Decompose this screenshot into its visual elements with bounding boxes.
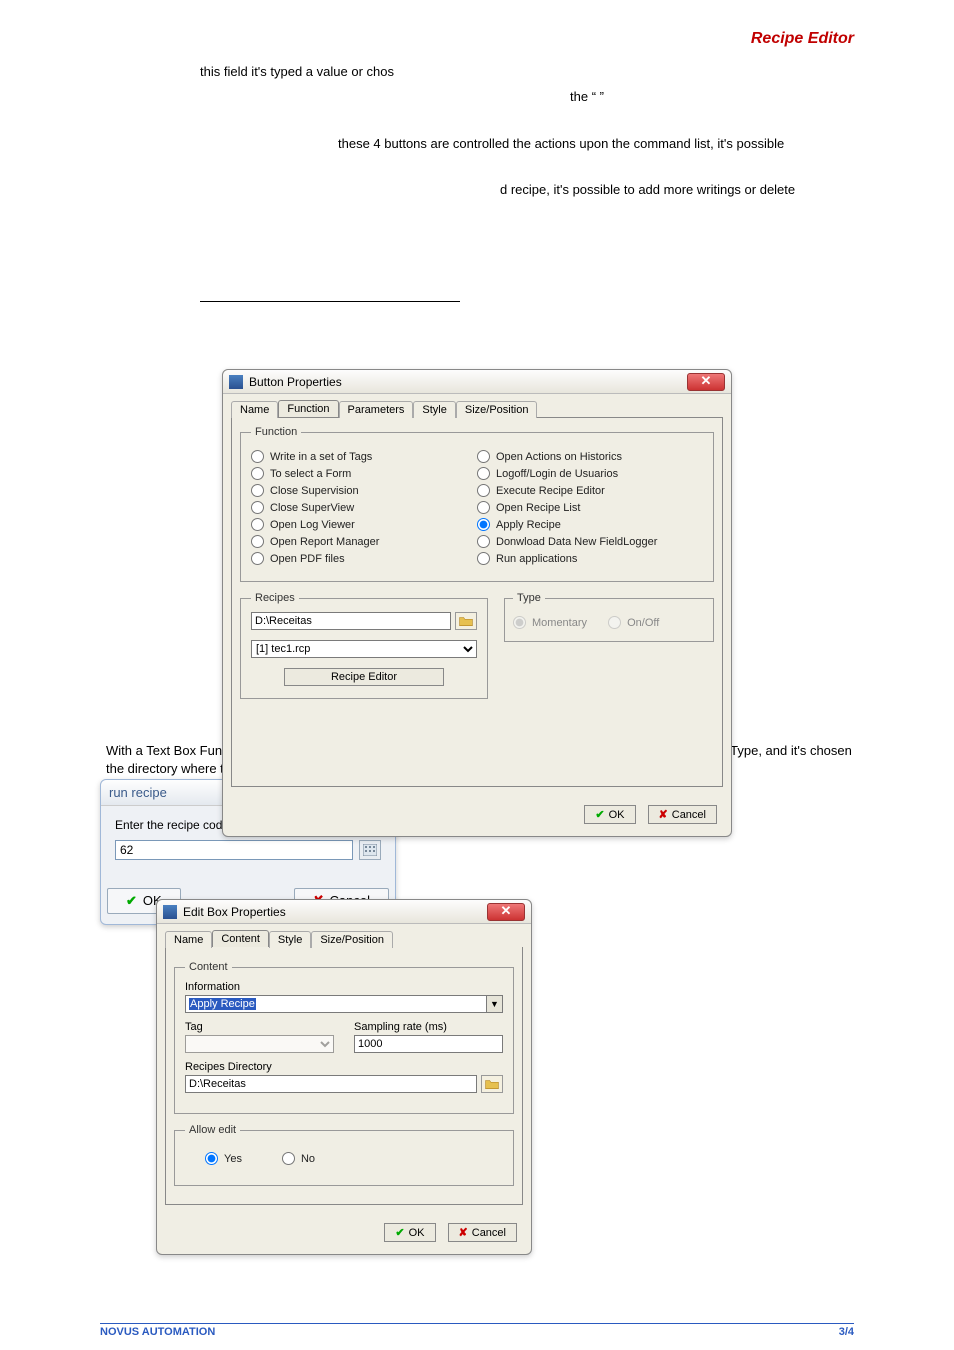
recipes-group: Recipes [1] tec1.rcp Recipe Editor [240, 592, 488, 699]
folder-icon [459, 615, 473, 627]
ok-button[interactable]: ✔OK [584, 805, 635, 824]
body-line-3: these 4 buttons are controlled the actio… [338, 134, 854, 155]
check-icon: ✔ [595, 808, 604, 821]
dialog-title: Button Properties [249, 375, 342, 389]
recipe-editor-button[interactable]: Recipe Editor [284, 668, 444, 686]
close-button[interactable]: ✕ [487, 903, 525, 921]
information-select[interactable]: Apply Recipe [185, 995, 487, 1013]
app-icon [229, 375, 243, 389]
tab-style[interactable]: Style [413, 401, 455, 418]
divider [200, 301, 460, 302]
body-line-4: d recipe, it's possible to add more writ… [500, 180, 854, 201]
cross-icon: ✘ [459, 1226, 468, 1239]
option-apply-recipe[interactable]: Apply Recipe [477, 518, 703, 531]
keypad-icon [363, 844, 377, 856]
content-legend: Content [185, 961, 232, 973]
button-properties-dialog: Button Properties ✕ Name Function Parame… [222, 369, 732, 837]
allow-edit-legend: Allow edit [185, 1124, 240, 1136]
cross-icon: ✘ [659, 808, 668, 821]
dialog-title: run recipe [109, 785, 167, 800]
body-line-1: this field it's typed a value or chos [200, 62, 854, 83]
tag-label: Tag [185, 1021, 334, 1033]
tab-content[interactable]: Content [212, 930, 269, 947]
check-icon: ✔ [126, 893, 137, 909]
type-on-off: On/Off [608, 616, 659, 629]
sampling-rate-input[interactable] [354, 1035, 503, 1053]
option-select-form[interactable]: To select a Form [251, 467, 477, 480]
option-open-log-viewer[interactable]: Open Log Viewer [251, 518, 477, 531]
tab-name[interactable]: Name [231, 401, 278, 418]
close-button[interactable]: ✕ [687, 373, 725, 391]
tab-strip: Name Content Style Size/Position [157, 924, 531, 947]
close-icon: ✕ [701, 373, 712, 388]
keypad-button[interactable] [359, 840, 381, 860]
tab-function[interactable]: Function [278, 400, 338, 417]
option-write-tags[interactable]: Write in a set of Tags [251, 450, 477, 463]
close-icon: ✕ [501, 903, 512, 918]
recipe-code-input[interactable] [115, 840, 353, 860]
edit-box-properties-dialog: Edit Box Properties ✕ Name Content Style… [156, 899, 532, 1255]
tab-parameters[interactable]: Parameters [339, 401, 414, 418]
option-run-applications[interactable]: Run applications [477, 552, 703, 565]
recipes-path-input[interactable] [251, 612, 451, 630]
body-line-2: the “ ” [320, 87, 854, 108]
option-open-actions-historics[interactable]: Open Actions on Historics [477, 450, 703, 463]
allow-edit-no[interactable]: No [282, 1152, 315, 1165]
tag-select [185, 1035, 334, 1053]
browse-folder-button[interactable] [481, 1075, 503, 1093]
footer-company: NOVUS AUTOMATION [100, 1326, 215, 1338]
function-legend: Function [251, 426, 301, 438]
ok-button[interactable]: ✔OK [384, 1223, 435, 1242]
page-footer: NOVUS AUTOMATION 3/4 [100, 1323, 854, 1338]
option-logoff-login[interactable]: Logoff/Login de Usuarios [477, 467, 703, 480]
function-group: Function Write in a set of Tags To selec… [240, 426, 714, 582]
footer-page-number: 3/4 [839, 1326, 854, 1338]
cancel-button[interactable]: ✘Cancel [448, 1223, 517, 1242]
cancel-button[interactable]: ✘Cancel [648, 805, 717, 824]
option-close-superview[interactable]: Close SuperView [251, 501, 477, 514]
recipes-directory-label: Recipes Directory [185, 1061, 503, 1073]
type-momentary: Momentary [513, 616, 587, 629]
option-open-pdf[interactable]: Open PDF files [251, 552, 477, 565]
page-header-title: Recipe Editor [100, 30, 854, 48]
allow-edit-group: Allow edit Yes No [174, 1124, 514, 1186]
tab-size-position[interactable]: Size/Position [311, 931, 393, 948]
chevron-down-icon[interactable]: ▼ [487, 995, 503, 1013]
option-close-supervision[interactable]: Close Supervision [251, 484, 477, 497]
allow-edit-yes[interactable]: Yes [205, 1152, 242, 1165]
app-icon [163, 905, 177, 919]
tab-style[interactable]: Style [269, 931, 311, 948]
option-download-fieldlogger[interactable]: Donwload Data New FieldLogger [477, 535, 703, 548]
tab-size-position[interactable]: Size/Position [456, 401, 538, 418]
sampling-rate-label: Sampling rate (ms) [354, 1021, 503, 1033]
dialog-title: Edit Box Properties [183, 905, 286, 919]
recipe-file-select[interactable]: [1] tec1.rcp [251, 640, 477, 658]
type-group: Type Momentary On/Off [504, 592, 714, 642]
option-execute-recipe-editor[interactable]: Execute Recipe Editor [477, 484, 703, 497]
folder-icon [485, 1078, 499, 1090]
content-group: Content Information Apply Recipe ▼ Tag [174, 961, 514, 1114]
recipes-directory-input[interactable] [185, 1075, 477, 1093]
tab-strip: Name Function Parameters Style Size/Posi… [223, 394, 731, 417]
check-icon: ✔ [395, 1226, 404, 1239]
option-open-report-manager[interactable]: Open Report Manager [251, 535, 477, 548]
type-legend: Type [513, 592, 545, 604]
information-label: Information [185, 981, 503, 993]
browse-folder-button[interactable] [455, 612, 477, 630]
option-open-recipe-list[interactable]: Open Recipe List [477, 501, 703, 514]
tab-name[interactable]: Name [165, 931, 212, 948]
recipes-legend: Recipes [251, 592, 299, 604]
